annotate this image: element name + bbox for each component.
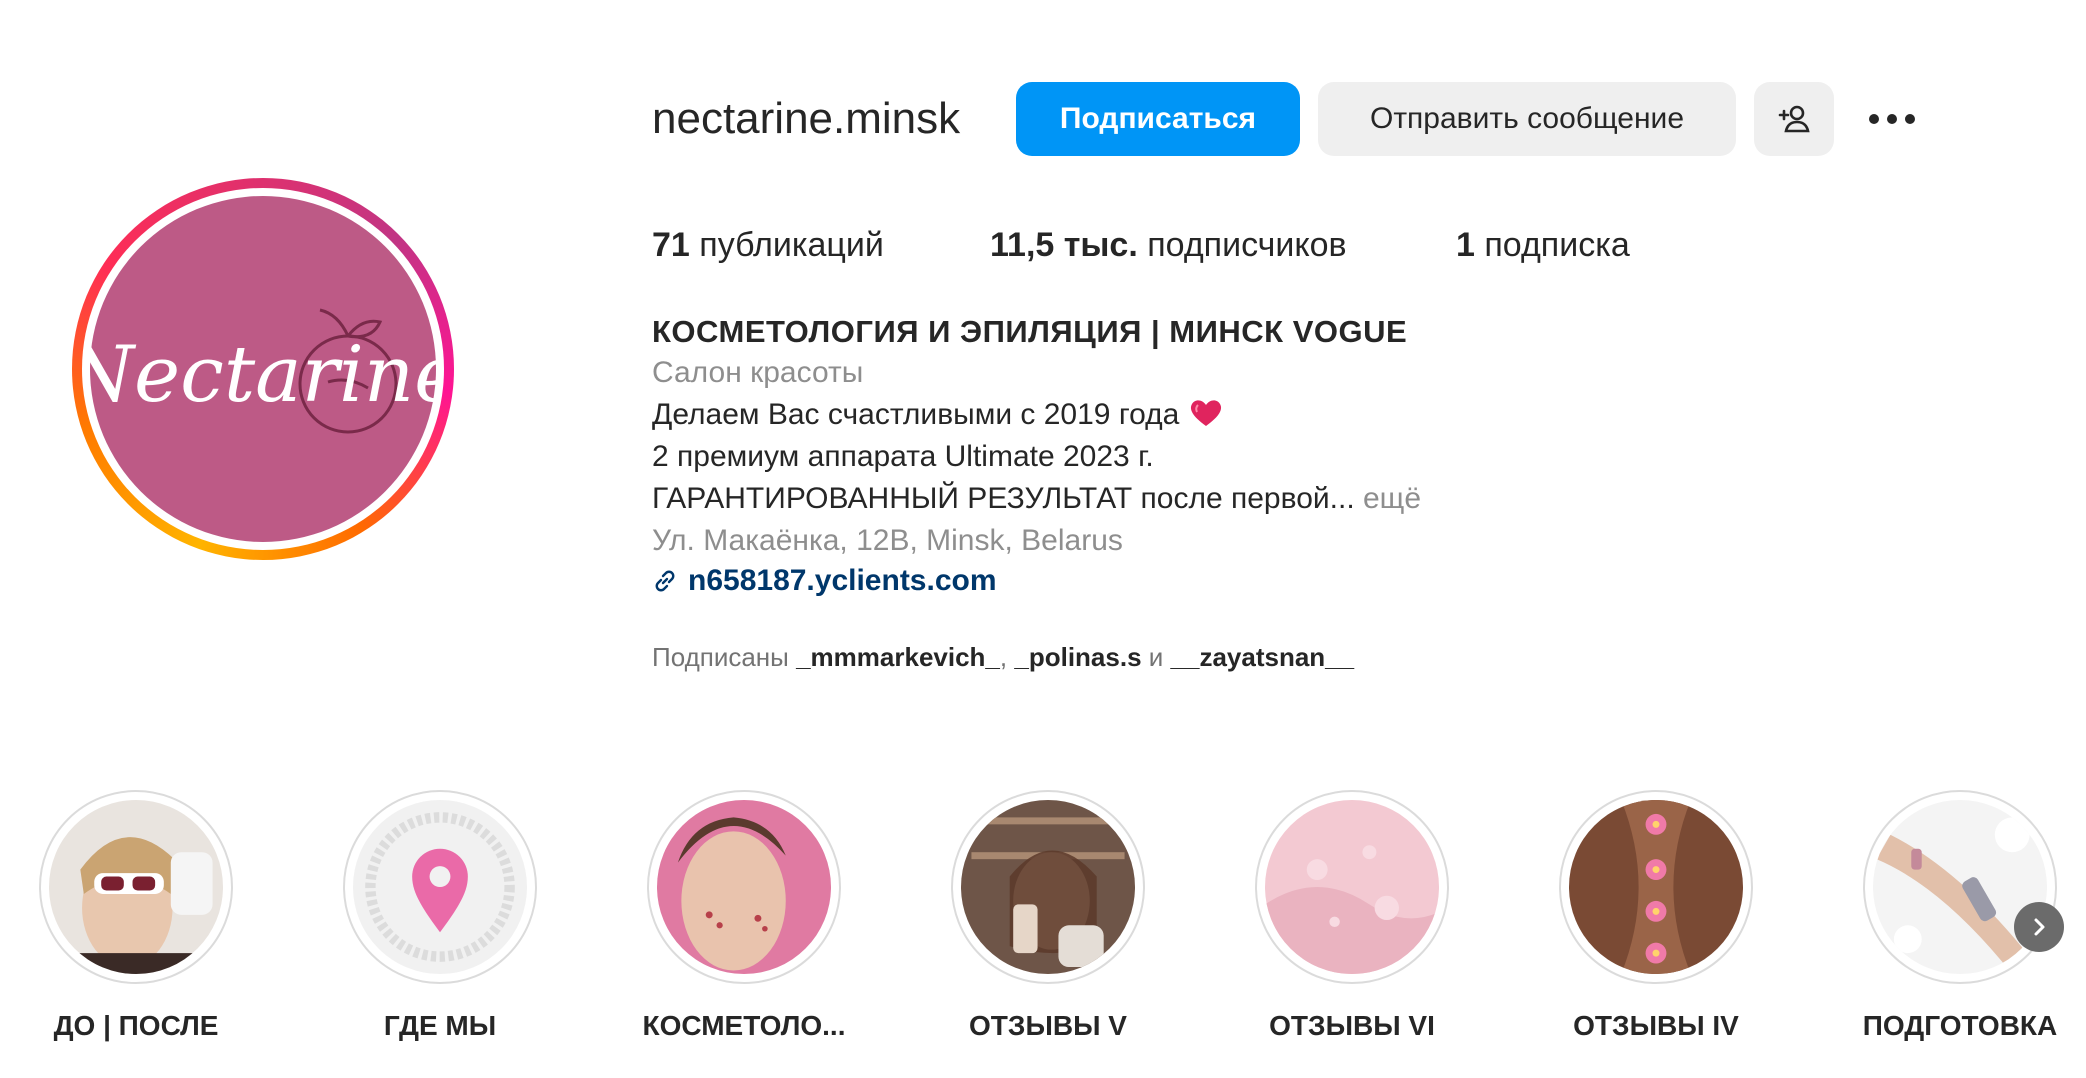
- profile-avatar[interactable]: Nectarine: [72, 178, 454, 560]
- more-options-button[interactable]: [1852, 82, 1932, 156]
- highlight-label: ОТЗЫВЫ V: [969, 1010, 1127, 1041]
- highlight-image: [1265, 800, 1439, 974]
- highlight-label: ОТЗЫВЫ VI: [1269, 1010, 1435, 1041]
- highlight-item[interactable]: ОТЗЫВЫ VI: [1252, 790, 1452, 1041]
- highlight-label: ГДЕ МЫ: [383, 1010, 497, 1041]
- highlight-item[interactable]: ОТЗЫВЫ IV: [1556, 790, 1756, 1041]
- followed-user-3[interactable]: __zayatsnan__: [1171, 642, 1355, 672]
- followed-and: и: [1148, 642, 1164, 672]
- highlights-next-button[interactable]: [2014, 902, 2064, 952]
- highlight-item[interactable]: КОСМЕТОЛО...: [643, 790, 845, 1041]
- highlight-image: [353, 800, 527, 974]
- followed-prefix: Подписаны: [652, 642, 789, 672]
- highlight-image: [1873, 800, 2047, 974]
- link-icon: [655, 570, 675, 592]
- bio-line-3-text: ГАРАНТИРОВАННЫЙ РЕЗУЛЬТАТ после первой..…: [652, 482, 1355, 515]
- highlight-cover: [1255, 790, 1449, 984]
- followed-user-1[interactable]: _mmmarkevich_: [796, 642, 1000, 672]
- nectarine-logo-icon: Nectarine: [90, 308, 436, 434]
- website-url: n658187.yclients.com: [688, 564, 997, 597]
- followers-label: подписчиков: [1147, 226, 1347, 264]
- more-dots-icon: [1869, 114, 1915, 124]
- send-message-button[interactable]: Отправить сообщение: [1318, 82, 1736, 156]
- avatar-logo: Nectarine: [90, 196, 436, 542]
- bio-line-2: 2 премиум аппарата Ultimate 2023 г.: [652, 440, 1154, 473]
- heart-icon: [1190, 400, 1221, 426]
- chevron-right-icon: [2034, 918, 2045, 936]
- highlight-label: ДО | ПОСЛЕ: [53, 1010, 219, 1041]
- highlight-cover: [39, 790, 233, 984]
- posts-stat: 71 публикаций: [652, 226, 884, 265]
- highlight-image: [961, 800, 1135, 974]
- person-add-icon: [1778, 105, 1810, 133]
- highlight-cover: [1559, 790, 1753, 984]
- profile-address[interactable]: Ул. Макаёнка, 12В, Minsk, Belarus: [652, 524, 1123, 558]
- highlight-cover: [647, 790, 841, 984]
- highlight-item[interactable]: ДО | ПОСЛЕ: [36, 790, 236, 1041]
- avatar-inner: Nectarine: [82, 188, 444, 550]
- following-stat[interactable]: 1 подписка: [1456, 226, 1630, 265]
- suggest-accounts-button[interactable]: [1754, 82, 1834, 156]
- highlight-cover: [1863, 790, 2057, 984]
- profile-category: Салон красоты: [652, 356, 864, 389]
- highlight-image: [1569, 800, 1743, 974]
- followed-by: Подписаны _mmmarkevich_, _polinas.s и __…: [652, 642, 1354, 673]
- highlight-label: ПОДГОТОВКА: [1862, 1010, 2058, 1041]
- highlight-image: [657, 800, 831, 974]
- highlight-label: КОСМЕТОЛО...: [642, 1010, 846, 1041]
- bio-more-link[interactable]: ещё: [1363, 482, 1421, 515]
- follow-button[interactable]: Подписаться: [1016, 82, 1300, 156]
- highlight-cover: [951, 790, 1145, 984]
- highlight-item[interactable]: ОТЗЫВЫ V: [948, 790, 1148, 1041]
- posts-label: публикаций: [699, 226, 884, 264]
- followed-separator: ,: [999, 642, 1008, 672]
- highlight-item[interactable]: ПОДГОТОВКА: [1860, 790, 2060, 1041]
- avatar-logo-text: Nectarine: [90, 330, 436, 420]
- highlight-cover: [343, 790, 537, 984]
- highlight-item[interactable]: ГДЕ МЫ: [340, 790, 540, 1041]
- profile-website-link[interactable]: n658187.yclients.com: [652, 564, 997, 598]
- highlight-label: ОТЗЫВЫ IV: [1573, 1010, 1739, 1041]
- profile-username: nectarine.minsk: [652, 94, 961, 143]
- bio-line-1: Делаем Вас счастливыми с 2019 года: [652, 398, 1224, 432]
- profile-full-name: КОСМЕТОЛОГИЯ И ЭПИЛЯЦИЯ | МИНСК VOGUE: [652, 314, 1408, 349]
- followers-stat[interactable]: 11,5 тыс. подписчиков: [990, 226, 1347, 265]
- posts-count: 71: [652, 226, 690, 264]
- following-count: 1: [1456, 226, 1475, 264]
- followers-count: 11,5 тыс.: [990, 226, 1138, 264]
- following-label: подписка: [1484, 226, 1630, 264]
- bio-line-3: ГАРАНТИРОВАННЫЙ РЕЗУЛЬТАТ после первой..…: [652, 482, 1421, 516]
- highlight-image: [49, 800, 223, 974]
- bio-line-1-text: Делаем Вас счастливыми с 2019 года: [652, 398, 1180, 431]
- followed-user-2[interactable]: _polinas.s: [1014, 642, 1141, 672]
